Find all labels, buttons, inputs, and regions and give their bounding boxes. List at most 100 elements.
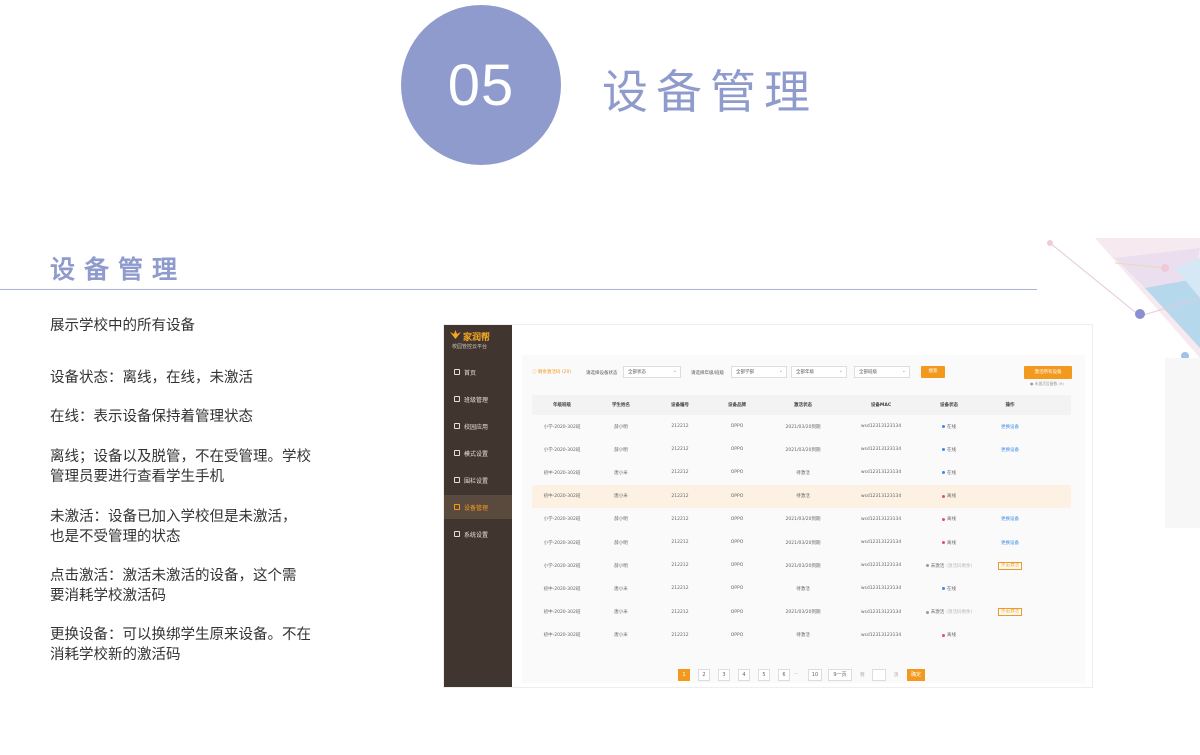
table-row[interactable]: 小学-2020-302班 薛小明 212212 OPPO 2021/03/20到期 wsd… [532,415,1071,438]
table-cell: 待激活 [796,633,810,639]
app-screenshot: 家润帮 校园管控云平台 首页 班级管理 校园应用 模式设置 围栏设置 设备管理 系统设置 ⓘ… [444,325,1092,687]
device-status-label: 离线 [947,633,956,639]
device-status-label: 离线 [947,494,956,500]
activate-device-button[interactable]: 点击激活 [998,608,1022,617]
table-row[interactable]: 初中-2020-302班 唐小米 212212 OPPO 待激活 wsd123131231… [532,624,1071,647]
table-cell: 薛小明 [614,447,628,453]
table-row[interactable]: 初中-2020-302班 唐小米 212212 OPPO 待激活 wsd123131231… [532,577,1071,600]
table-cell: 初中-2020-302班 [543,633,581,639]
device-status-label: 未激活 [930,610,945,616]
table-row[interactable]: 初中-2020-302班 唐小米 212212 OPPO 待激活 wsd123131231… [532,461,1071,484]
page-unit-label: 页 [894,673,899,678]
sidebar-item-label: 校园应用 [464,423,489,431]
device-status: 离线 [920,531,978,554]
replace-device-link[interactable]: 更换设备 [1001,424,1019,430]
table-row[interactable]: 小学-2020-302班 薛小明 212212 OPPO 2021/03/20到期 wsd… [532,508,1071,531]
page-button[interactable]: 6 [778,669,790,681]
device-icon [454,504,460,510]
goto-label: 到 [860,673,865,678]
table-cell: 212212 [671,516,689,522]
sidebar-item-label: 系统设置 [464,531,489,539]
status-dot-icon [942,517,945,521]
table-cell: 212212 [671,563,689,569]
device-status: 在线 [920,415,978,438]
page-button[interactable]: 3 [718,669,730,681]
status-dot-icon [942,471,945,475]
sidebar-item[interactable]: 围栏设置 [444,468,512,492]
replace-device-link[interactable]: 更换设备 [1001,540,1019,546]
class-select[interactable]: 全部班级 ⌄ [854,366,910,378]
sidebar-item[interactable]: 模式设置 [444,441,512,465]
table-cell: OPPO [730,586,744,592]
table-cell: 小学-2020-302班 [543,447,581,453]
table-cell: 2021/03/20到期 [785,610,821,616]
table-cell: 212212 [671,424,689,430]
search-button[interactable]: 搜索 [921,366,945,378]
table-cell: 212212 [671,470,689,476]
school-select[interactable]: 全部学部 ⌄ [731,366,787,378]
table-cell: 唐小米 [614,494,628,500]
column-header: 设备编号 [671,403,689,408]
device-status: 在线 [920,438,978,461]
device-status-label: 在线 [947,424,956,430]
table-cell: 唐小米 [614,470,628,476]
sidebar-item[interactable]: 系统设置 [444,522,512,546]
table-cell: 小学-2020-302班 [543,540,581,546]
sidebar-item[interactable]: 班级管理 [444,387,512,411]
section-divider [0,289,1037,290]
activate-all-button[interactable]: 激活所有设备 [1024,366,1072,379]
goto-page-input[interactable] [872,669,886,681]
class-icon [454,396,460,402]
description-text: 在线：表示设备保持着管理状态 [50,409,253,425]
table-cell: OPPO [730,563,744,569]
table-cell: 小学-2020-302班 [543,563,581,569]
section-number-badge: 05 [401,5,561,165]
page-button[interactable]: 1 [678,669,690,681]
column-header: 学生姓名 [612,403,630,408]
table-row[interactable]: 小学-2020-302班 薛小明 212212 OPPO 2021/03/20到期 wsd… [532,531,1071,554]
table-cell: 初中-2020-302班 [543,494,581,500]
page-button[interactable]: 2 [698,669,710,681]
status-dot-icon [942,587,945,591]
device-status-label: 未激活 [930,563,945,569]
table-row[interactable]: 小学-2020-302班 薛小明 212212 OPPO 2021/03/20到期 wsd… [532,438,1071,461]
status-select[interactable]: 全部状态 ⌄ [623,366,681,378]
table-cell: 212212 [671,493,689,499]
page-button[interactable]: 10 [808,669,822,681]
replace-device-link[interactable]: 更换设备 [1001,447,1019,453]
sidebar-item[interactable]: 设备管理 [444,495,512,519]
table-cell: OPPO [730,632,744,638]
page-size-select[interactable]: 9一页 [828,669,852,681]
table-cell: wsd12313123134 [860,563,902,569]
table-row[interactable]: 初中-2020-302班 唐小米 212212 OPPO 待激活 wsd123131231… [532,484,1071,508]
table-cell: 待激活 [796,470,810,476]
replace-device-link[interactable]: 更换设备 [1001,516,1019,522]
description-text: 更换设备：可以换绑学生原来设备。不在消耗学校新的激活码 [50,627,311,663]
sidebar-item[interactable]: 校园应用 [444,414,512,438]
table-cell: wsd12313123134 [860,586,902,592]
table-row[interactable]: 小学-2020-302班 薛小明 212212 OPPO 2021/03/20到期 wsd… [532,554,1071,577]
chevron-down-icon: ⌄ [838,368,843,374]
logo-mark-icon [450,330,461,339]
device-status: 离线 [920,485,978,508]
mode-icon [454,450,460,456]
device-status-label: 在线 [947,470,956,476]
table-cell: OPPO [730,470,744,476]
table-cell: 2021/03/20到期 [785,447,821,453]
table-cell: 薛小明 [614,540,628,546]
top-bar [512,325,1092,352]
activate-device-button[interactable]: 点击激活 [998,561,1022,570]
grade-select[interactable]: 全部年级 ⌄ [791,366,847,378]
device-status-label: 在线 [947,586,956,592]
home-icon [454,369,460,375]
table-cell: OPPO [730,493,744,499]
page-button[interactable]: 5 [758,669,770,681]
table-row[interactable]: 初中-2020-302班 唐小米 212212 OPPO 2021/03/20到期 wsd… [532,601,1071,624]
page-button[interactable]: 4 [738,669,750,681]
sidebar-item[interactable]: 首页 [444,360,512,384]
row-action [978,461,1042,484]
grade-filter-label: 请选择年级/班级 [691,371,725,376]
column-header: 设备状态 [940,403,958,408]
device-status: 未激活 (激活码剩余) [920,601,978,624]
goto-confirm-button[interactable]: 确定 [907,669,925,681]
